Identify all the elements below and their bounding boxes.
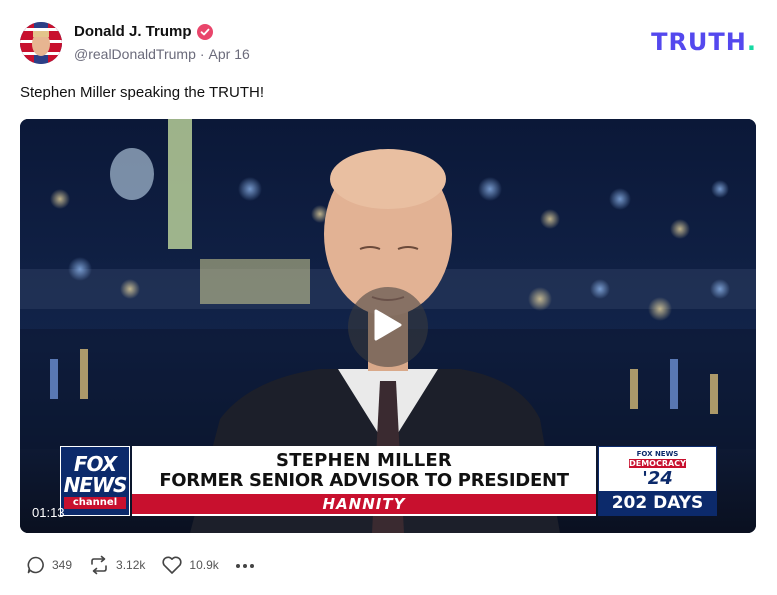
fox-news-logo: FOX NEWS channel (60, 446, 130, 516)
like-count: 10.9k (189, 558, 219, 572)
post-header: Donald J. Trump @realDonaldTrump · Apr 1… (20, 20, 757, 66)
badge-democracy: DEMOCRACY (629, 459, 686, 468)
fox-line3: channel (64, 497, 126, 509)
retruth-button[interactable]: 3.12k (88, 555, 145, 575)
author-name[interactable]: Donald J. Trump (74, 23, 192, 40)
meta-separator: · (199, 46, 205, 62)
banner-name: STEPHEN MILLER (276, 450, 452, 471)
video-timestamp: 01:13 (32, 505, 65, 520)
post-actions: 349 3.12k 10.9k (26, 555, 255, 575)
truth-logo[interactable]: TRUTH. (651, 28, 757, 56)
post-date[interactable]: Apr 16 (209, 46, 250, 62)
badge-year: '24 (642, 468, 673, 489)
heart-icon (161, 555, 183, 575)
news-lower-third: FOX NEWS channel STEPHEN MILLER FORMER S… (60, 446, 717, 516)
like-button[interactable]: 10.9k (161, 555, 219, 575)
play-icon (373, 308, 403, 347)
retruth-icon (88, 555, 110, 575)
post-text: Stephen Miller speaking the TRUTH! (20, 84, 264, 101)
video-player[interactable]: FOX NEWS channel STEPHEN MILLER FORMER S… (20, 119, 756, 533)
name-banner: STEPHEN MILLER FORMER SENIOR ADVISOR TO … (132, 446, 596, 516)
logo-dot: . (746, 28, 757, 56)
badge-top: FOX NEWS (636, 450, 679, 458)
retruth-count: 3.12k (116, 558, 146, 572)
more-button[interactable] (235, 556, 255, 574)
play-button[interactable] (348, 287, 428, 367)
democracy-badge: FOX NEWS DEMOCRACY '24 202 DAYS (598, 446, 717, 516)
fox-line1: FOX (73, 452, 117, 476)
fox-line2: NEWS (63, 473, 128, 497)
verified-badge-icon (196, 23, 213, 40)
more-dots-icon (235, 556, 255, 574)
reply-icon (26, 555, 46, 575)
author-handle[interactable]: @realDonaldTrump (74, 46, 196, 62)
badge-days: 202 DAYS (599, 491, 716, 515)
logo-text: TRUTH (651, 28, 747, 56)
reply-count: 349 (52, 558, 73, 572)
avatar[interactable] (20, 22, 62, 64)
banner-show: HANNITY (132, 494, 596, 514)
reply-button[interactable]: 349 (26, 555, 72, 575)
